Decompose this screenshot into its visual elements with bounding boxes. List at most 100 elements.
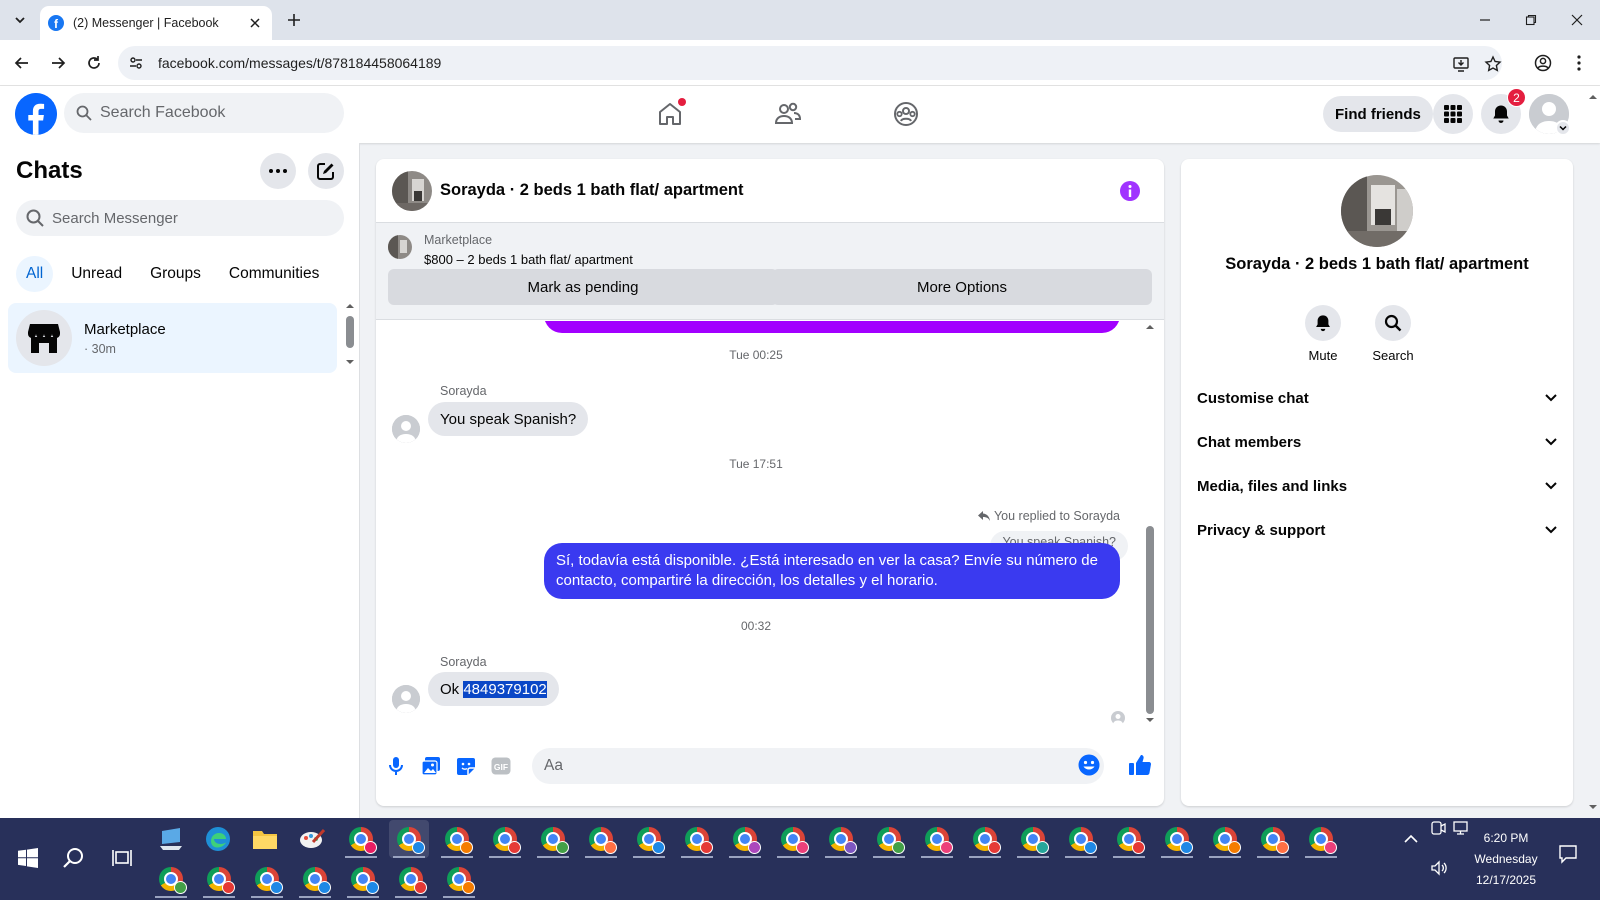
chat-list-scrollbar[interactable] bbox=[343, 300, 357, 370]
bookmark-button[interactable] bbox=[1482, 53, 1504, 75]
media-files-links-section[interactable]: Media, files and links bbox=[1197, 466, 1557, 506]
taskbar-app-edge[interactable] bbox=[198, 820, 238, 858]
new-tab-button[interactable] bbox=[282, 8, 306, 32]
taskbar-chrome-profile[interactable] bbox=[295, 860, 335, 898]
sender-avatar[interactable] bbox=[392, 415, 420, 443]
taskbar-chrome-profile[interactable] bbox=[1013, 820, 1053, 858]
meet-now-icon[interactable] bbox=[1430, 820, 1450, 840]
taskbar-chrome-profile[interactable] bbox=[151, 860, 191, 898]
restore-button[interactable] bbox=[1508, 0, 1554, 40]
profile-button[interactable] bbox=[1530, 50, 1556, 76]
listing-avatar-large[interactable] bbox=[1341, 175, 1413, 247]
taskbar-search-button[interactable] bbox=[56, 840, 92, 876]
home-tab[interactable] bbox=[615, 90, 725, 138]
volume-icon[interactable] bbox=[1430, 860, 1450, 880]
thread-scrollbar[interactable] bbox=[1143, 321, 1157, 726]
page-scrollbar[interactable] bbox=[1586, 86, 1600, 818]
privacy-support-section[interactable]: Privacy & support bbox=[1197, 510, 1557, 550]
facebook-search-input[interactable] bbox=[100, 104, 330, 122]
taskbar-app-file-explorer[interactable] bbox=[245, 820, 285, 858]
taskbar-chrome-profile[interactable] bbox=[965, 820, 1005, 858]
taskbar-chrome-profile[interactable] bbox=[821, 820, 861, 858]
conversation-info-button[interactable] bbox=[1120, 181, 1140, 201]
message-input-box[interactable] bbox=[532, 748, 1104, 784]
customise-chat-section[interactable]: Customise chat bbox=[1197, 378, 1557, 418]
reload-button[interactable] bbox=[81, 50, 107, 76]
close-tab-button[interactable] bbox=[246, 14, 264, 32]
task-view-button[interactable] bbox=[104, 840, 140, 876]
taskbar-chrome-profile[interactable] bbox=[389, 820, 429, 858]
taskbar-chrome-profile[interactable] bbox=[439, 860, 479, 898]
sticker-button[interactable] bbox=[454, 754, 478, 778]
send-like-button[interactable] bbox=[1128, 753, 1154, 779]
voice-clip-button[interactable] bbox=[384, 754, 408, 778]
find-friends-button[interactable]: Find friends bbox=[1323, 96, 1433, 132]
incoming-message[interactable]: You speak Spanish? bbox=[428, 402, 589, 436]
taskbar-chrome-profile[interactable] bbox=[343, 860, 383, 898]
filter-communities[interactable]: Communities bbox=[219, 256, 329, 292]
taskbar-chrome-profile[interactable] bbox=[917, 820, 957, 858]
taskbar-chrome-profile[interactable] bbox=[869, 820, 909, 858]
chat-options-button[interactable] bbox=[260, 153, 296, 189]
listing-thumbnail[interactable] bbox=[388, 235, 412, 259]
notification-center-button[interactable] bbox=[1558, 844, 1582, 868]
taskbar-clock[interactable]: 6:20 PM Wednesday 12/17/2025 bbox=[1466, 828, 1546, 891]
groups-tab[interactable] bbox=[851, 90, 961, 138]
menu-button[interactable] bbox=[1433, 94, 1473, 134]
sender-avatar[interactable] bbox=[392, 685, 420, 713]
taskbar-chrome-profile[interactable] bbox=[1061, 820, 1101, 858]
taskbar-chrome-profile[interactable] bbox=[391, 860, 431, 898]
chat-list-item-marketplace[interactable]: Marketplace · 30m bbox=[8, 303, 337, 373]
install-app-button[interactable] bbox=[1450, 53, 1472, 75]
taskbar-chrome-profile[interactable] bbox=[247, 860, 287, 898]
tab-search-button[interactable] bbox=[8, 8, 32, 32]
filter-unread[interactable]: Unread bbox=[61, 256, 132, 292]
gif-button[interactable]: GIF bbox=[489, 754, 513, 778]
taskbar-chrome-profile[interactable] bbox=[199, 860, 239, 898]
filter-groups[interactable]: Groups bbox=[140, 256, 211, 292]
taskbar-chrome-profile[interactable] bbox=[1253, 820, 1293, 858]
account-menu-caret[interactable] bbox=[1555, 120, 1571, 136]
mute-action[interactable]: Mute bbox=[1293, 305, 1353, 363]
address-bar[interactable]: facebook.com/messages/t/878184458064189 bbox=[118, 46, 1502, 80]
listing-avatar[interactable] bbox=[392, 171, 432, 211]
taskbar-chrome-profile[interactable] bbox=[1301, 820, 1341, 858]
search-action[interactable]: Search bbox=[1363, 305, 1423, 363]
facebook-search[interactable] bbox=[64, 93, 344, 133]
incoming-message[interactable]: Ok 4849379102 bbox=[428, 672, 559, 706]
taskbar-chrome-profile[interactable] bbox=[533, 820, 573, 858]
taskbar-chrome-profile[interactable] bbox=[341, 820, 381, 858]
mute-button[interactable] bbox=[1305, 305, 1341, 341]
minimize-button[interactable] bbox=[1462, 0, 1508, 40]
taskbar-chrome-profile[interactable] bbox=[677, 820, 717, 858]
search-in-conversation-button[interactable] bbox=[1375, 305, 1411, 341]
show-hidden-icons-button[interactable] bbox=[1404, 834, 1424, 854]
taskbar-chrome-profile[interactable] bbox=[773, 820, 813, 858]
close-window-button[interactable] bbox=[1554, 0, 1600, 40]
taskbar-chrome-profile[interactable] bbox=[1157, 820, 1197, 858]
taskbar-chrome-profile[interactable] bbox=[1205, 820, 1245, 858]
conversation-title[interactable]: Sorayda · 2 beds 1 bath flat/ apartment bbox=[440, 181, 744, 200]
emoji-button[interactable] bbox=[1078, 754, 1102, 778]
forward-button[interactable] bbox=[45, 50, 71, 76]
selected-phone-number[interactable]: 4849379102 bbox=[463, 680, 547, 698]
taskbar-chrome-profile[interactable] bbox=[1109, 820, 1149, 858]
messenger-search[interactable] bbox=[16, 200, 344, 236]
mark-as-pending-button[interactable]: Mark as pending bbox=[388, 269, 778, 305]
site-info-button[interactable] bbox=[124, 51, 148, 75]
facebook-logo-icon[interactable] bbox=[15, 93, 57, 135]
taskbar-app-paint[interactable] bbox=[292, 820, 332, 858]
filter-all[interactable]: All bbox=[16, 256, 54, 292]
taskbar-chrome-profile[interactable] bbox=[629, 820, 669, 858]
browser-tab[interactable]: f (2) Messenger | Facebook bbox=[40, 6, 272, 40]
attach-media-button[interactable] bbox=[419, 754, 443, 778]
taskbar-chrome-profile[interactable] bbox=[581, 820, 621, 858]
back-button[interactable] bbox=[9, 50, 35, 76]
outgoing-message[interactable]: Sí, todavía está disponible. ¿Está inter… bbox=[544, 543, 1120, 599]
chat-members-section[interactable]: Chat members bbox=[1197, 422, 1557, 462]
taskbar-chrome-profile[interactable] bbox=[485, 820, 525, 858]
taskbar-chrome-profile[interactable] bbox=[725, 820, 765, 858]
more-options-button[interactable]: More Options bbox=[772, 269, 1152, 305]
listing-summary[interactable]: $800 – 2 beds 1 bath flat/ apartment bbox=[424, 252, 633, 267]
browser-menu-button[interactable] bbox=[1566, 50, 1592, 76]
